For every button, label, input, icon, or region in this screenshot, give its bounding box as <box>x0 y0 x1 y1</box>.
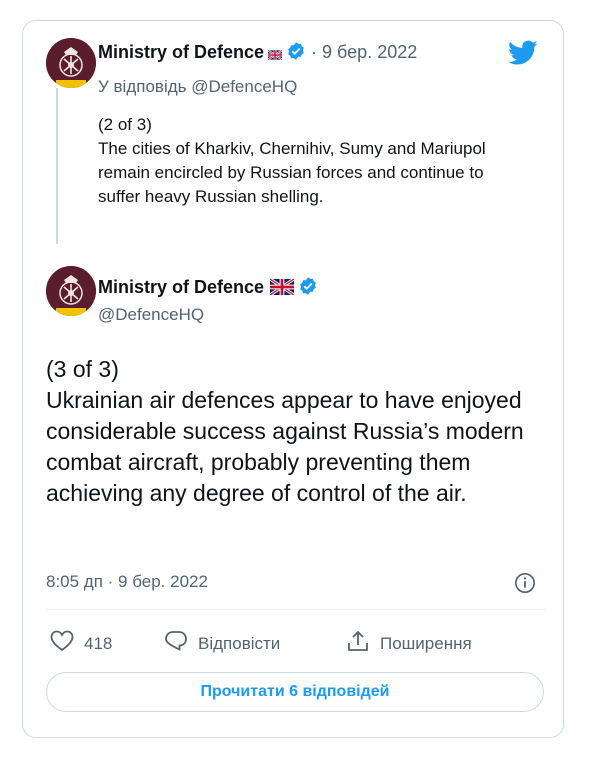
share-icon <box>346 630 370 657</box>
share-button[interactable]: Поширення <box>346 630 472 657</box>
uk-flag-icon <box>269 277 295 300</box>
verified-badge-icon <box>286 41 306 66</box>
like-count: 418 <box>84 633 113 653</box>
thread-line <box>56 88 58 244</box>
like-button[interactable]: 418 <box>50 630 112 657</box>
separator: · <box>306 42 323 62</box>
quoted-tweet-text: (2 of 3) The cities of Kharkiv, Chernihi… <box>98 115 486 206</box>
mod-crest-icon <box>46 38 96 88</box>
read-replies-button[interactable]: Прочитати 6 відповідей <box>46 672 544 712</box>
reply-bubble-icon <box>164 630 188 657</box>
main-tweet-header: Ministry of Defence <box>98 276 318 301</box>
verified-badge-icon <box>298 276 318 301</box>
tweet-timestamp[interactable]: 8:05 дп · 9 бер. 2022 <box>46 572 208 592</box>
uk-flag-icon <box>267 44 283 65</box>
reply-button[interactable]: Відповісти <box>164 630 280 657</box>
share-label: Поширення <box>380 633 472 653</box>
main-tweet-text: (3 of 3) Ukrainian air defences appear t… <box>46 356 524 506</box>
divider <box>46 609 546 610</box>
read-replies-label: Прочитати 6 відповідей <box>200 683 390 700</box>
author-name[interactable]: Ministry of Defence <box>98 42 264 62</box>
author-handle[interactable]: @DefenceHQ <box>98 305 204 325</box>
reply-to-label[interactable]: У відповідь @DefenceHQ <box>98 77 297 97</box>
heart-icon <box>50 630 74 657</box>
quoted-tweet-header: Ministry of Defence · 9 бер. 2022 <box>98 41 417 66</box>
mod-crest-icon <box>46 266 96 316</box>
author-name[interactable]: Ministry of Defence <box>98 277 264 297</box>
avatar[interactable] <box>46 38 96 88</box>
reply-label: Відповісти <box>198 633 281 653</box>
twitter-bird-icon[interactable] <box>508 40 538 71</box>
info-icon[interactable] <box>514 572 536 599</box>
avatar[interactable] <box>46 266 96 316</box>
tweet-date[interactable]: 9 бер. 2022 <box>322 42 417 62</box>
